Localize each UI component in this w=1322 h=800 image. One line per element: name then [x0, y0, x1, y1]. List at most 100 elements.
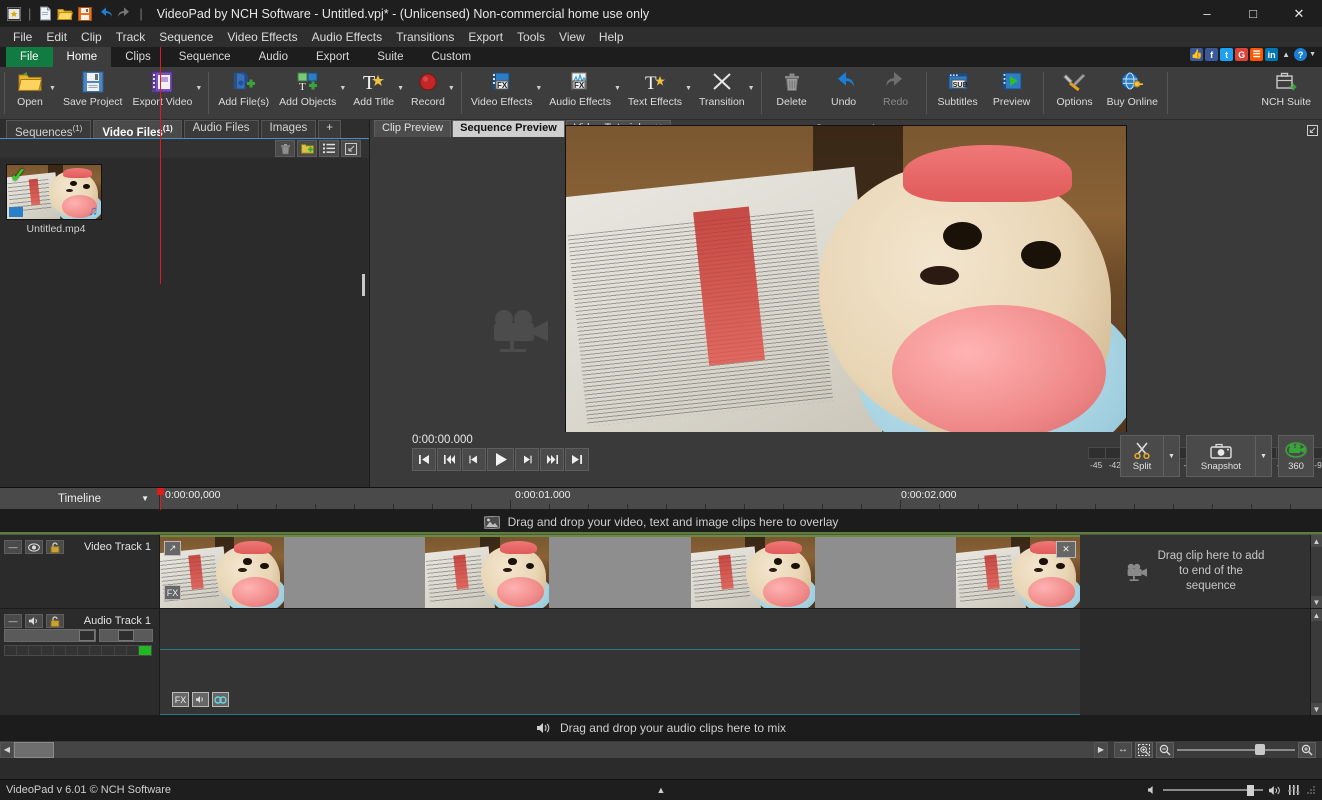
video-360-tool[interactable]: 360 [1278, 435, 1314, 477]
video-360-button[interactable]: 360 [1279, 436, 1313, 476]
video-dropzone[interactable]: Drag clip here to add to end of the sequ… [1080, 535, 1310, 608]
fit-to-window-icon[interactable]: ↔ [1114, 741, 1132, 758]
open-project-icon[interactable] [55, 5, 75, 23]
tab-custom[interactable]: Custom [417, 47, 485, 67]
text-effects-dropdown-icon[interactable]: ▼ [685, 85, 692, 92]
split-dropdown-icon[interactable]: ▼ [1163, 436, 1179, 476]
video-track-body[interactable]: ↗ FX ✕ Drag clip here to add to end of t… [160, 535, 1322, 609]
nch-suite-button[interactable]: NCH Suite [1256, 67, 1316, 119]
volume-slider-knob[interactable] [79, 630, 95, 641]
skip-to-start-icon[interactable] [412, 448, 436, 471]
export-video-dropdown-icon[interactable]: ▼ [195, 85, 202, 92]
help-icon[interactable]: ? [1294, 48, 1308, 61]
tab-export[interactable]: Export [302, 47, 363, 67]
maximize-button[interactable]: □ [1230, 0, 1276, 27]
add-objects-button[interactable]: T Add Objects [274, 67, 341, 108]
scroll-up-icon[interactable]: ▲ [1310, 535, 1322, 547]
zoom-out-icon[interactable] [1156, 741, 1174, 758]
buy-online-button[interactable]: Buy Online [1102, 67, 1163, 119]
pan-slider-knob[interactable] [118, 630, 134, 641]
google-plus-icon[interactable]: G [1235, 48, 1249, 61]
lock-icon[interactable] [46, 614, 64, 628]
snapshot-dropdown-icon[interactable]: ▼ [1255, 436, 1271, 476]
zoom-in-icon[interactable] [1298, 741, 1316, 758]
menu-file[interactable]: File [6, 28, 39, 46]
speaker-low-icon[interactable] [1147, 785, 1158, 795]
add-objects-dropdown-icon[interactable]: ▼ [339, 85, 346, 92]
menu-help[interactable]: Help [592, 28, 631, 46]
text-effects-button[interactable]: T Text Effects [623, 67, 687, 108]
scroll-down-icon[interactable]: ▼ [1310, 703, 1322, 715]
timeline-mode-selector[interactable]: Timeline ▼ [0, 488, 160, 509]
menu-view[interactable]: View [552, 28, 592, 46]
tab-home[interactable]: Home [52, 47, 112, 67]
add-title-button[interactable]: T Add Title [348, 67, 399, 108]
transition-end-badge-icon[interactable]: ✕ [1056, 541, 1076, 558]
new-project-icon[interactable] [35, 5, 55, 23]
chevron-down-icon[interactable]: ▼ [1309, 51, 1316, 58]
scroll-left-icon[interactable]: ◀ [0, 741, 14, 758]
tab-audio[interactable]: Audio [245, 47, 302, 67]
menu-clip[interactable]: Clip [74, 28, 109, 46]
scroll-right-icon[interactable]: ▶ [1094, 741, 1108, 758]
detach-panel-icon[interactable] [341, 140, 361, 157]
previous-clip-icon[interactable] [437, 448, 461, 471]
options-button[interactable]: Options [1048, 67, 1102, 119]
collapse-icon[interactable]: — [4, 614, 22, 628]
video-viewer[interactable] [362, 124, 1322, 445]
subtitles-button[interactable]: SUB Subtitles [931, 67, 985, 119]
volume-badge-icon[interactable] [192, 692, 209, 707]
facebook-icon[interactable]: f [1205, 48, 1219, 61]
media-file-item[interactable]: ✓ ♫ Untitled.mp4 [6, 164, 106, 235]
tab-images[interactable]: Images [260, 120, 317, 138]
skip-to-end-icon[interactable] [565, 448, 589, 471]
master-volume-knob[interactable] [1247, 784, 1254, 796]
menu-track[interactable]: Track [109, 28, 153, 46]
add-title-dropdown-icon[interactable]: ▼ [397, 85, 404, 92]
master-volume-slider[interactable] [1163, 783, 1263, 797]
tab-video-files[interactable]: Video Files(1) [93, 120, 182, 139]
chevron-up-icon[interactable]: ▲ [1282, 50, 1290, 59]
link-badge-icon[interactable] [212, 692, 229, 707]
timeline-ruler[interactable]: 0:00:00,000 0:00:01.000 0:00:02.000 [160, 488, 1322, 509]
twitter-icon[interactable]: t [1220, 48, 1234, 61]
audio-effects-button[interactable]: FX Audio Effects [544, 67, 616, 108]
step-back-icon[interactable] [462, 448, 486, 471]
tab-clip-preview[interactable]: Clip Preview [374, 120, 452, 137]
visibility-icon[interactable] [25, 540, 43, 554]
timeline-vertical-scrollbar[interactable]: ▲ ▼ [1310, 535, 1322, 608]
split-button[interactable]: Split [1121, 436, 1163, 476]
collapse-arrow-icon[interactable]: ▲ [0, 785, 1322, 795]
scroll-down-icon[interactable]: ▼ [1310, 596, 1322, 608]
tab-file[interactable]: File [6, 47, 53, 67]
audio-mix-hint[interactable]: Drag and drop your audio clips here to m… [0, 715, 1322, 740]
menu-sequence[interactable]: Sequence [152, 28, 220, 46]
speaker-high-icon[interactable] [1268, 785, 1283, 796]
lock-icon[interactable] [46, 540, 64, 554]
transition-dropdown-icon[interactable]: ▼ [748, 85, 755, 92]
tab-sequences[interactable]: Sequences(1) [6, 120, 92, 139]
undo-button[interactable]: Undo [818, 67, 870, 119]
audio-vertical-scrollbar[interactable]: ▲ ▼ [1310, 609, 1322, 715]
audio-clip[interactable] [160, 609, 1080, 715]
menu-audio-effects[interactable]: Audio Effects [305, 28, 390, 46]
overlay-drop-hint[interactable]: Drag and drop your video, text and image… [0, 510, 1322, 535]
hscroll-track[interactable] [14, 741, 1094, 758]
record-button[interactable]: Record [406, 67, 450, 108]
equalizer-icon[interactable] [1288, 784, 1301, 796]
open-dropdown-icon[interactable]: ▼ [49, 85, 56, 92]
track-pan-slider[interactable] [99, 629, 153, 642]
popout-icon[interactable] [1307, 125, 1318, 136]
add-files-button[interactable]: Add File(s) [213, 67, 274, 119]
list-view-icon[interactable] [319, 140, 339, 157]
transition-button[interactable]: Transition [694, 67, 750, 108]
timeline-zoom-slider[interactable] [1177, 742, 1295, 758]
audio-effects-dropdown-icon[interactable]: ▼ [614, 85, 621, 92]
media-file-thumbnail[interactable]: ✓ ♫ [6, 164, 102, 220]
chevron-down-icon[interactable]: ▼ [141, 494, 149, 503]
step-forward-icon[interactable] [515, 448, 539, 471]
video-frame[interactable] [565, 124, 1127, 445]
menu-export[interactable]: Export [461, 28, 510, 46]
undo-icon[interactable] [95, 5, 115, 23]
scroll-up-icon[interactable]: ▲ [1310, 609, 1322, 621]
